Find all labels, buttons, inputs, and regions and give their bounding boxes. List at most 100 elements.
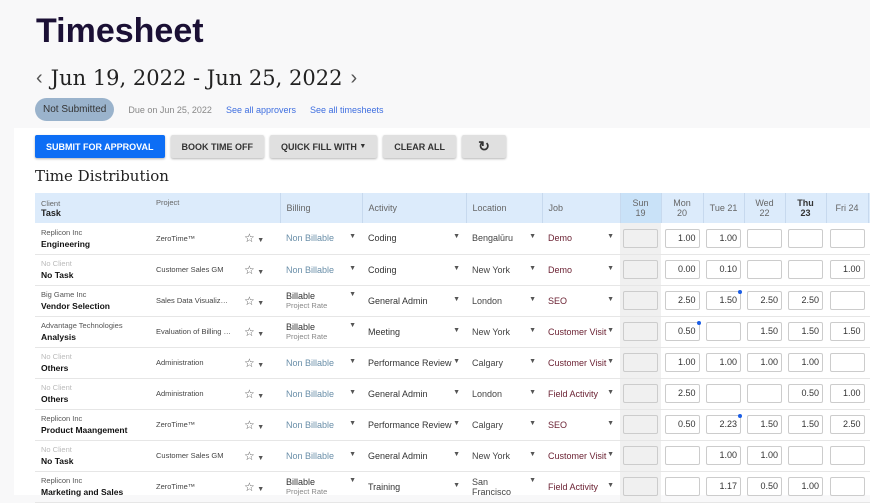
job-dropdown[interactable]: ▼ Demo [542,254,620,286]
hours-input[interactable]: 0.50 [664,321,701,341]
see-all-approvers-link[interactable]: See all approvers [226,105,296,115]
billing-dropdown[interactable]: ▼ Billable Project Rate [280,316,362,348]
project-cell[interactable]: Administration [150,347,238,379]
billing-dropdown[interactable]: ▼ Billable Project Rate [280,285,362,317]
billing-dropdown[interactable]: ▼ Non Billable [280,409,362,441]
chevron-left-icon[interactable]: ‹ [36,67,43,90]
activity-dropdown[interactable]: ▼ Performance Review [362,409,466,441]
project-cell[interactable]: ZeroTime™ [150,471,238,503]
hours-input[interactable] [623,415,658,434]
hours-input[interactable]: 1.00 [706,353,741,372]
hours-input[interactable]: 0.50 [664,415,700,434]
hours-input[interactable] [829,446,865,465]
location-dropdown[interactable]: ▼ Calgary [466,409,542,441]
hours-input[interactable] [623,291,658,310]
hours-input[interactable]: 1.00 [747,446,782,465]
caret-down-icon[interactable]: ▼ [257,486,264,493]
hours-input[interactable]: 2.23 [706,414,742,434]
job-dropdown[interactable]: ▼ Customer Visit [542,347,620,379]
book-time-off-button[interactable]: BOOK TIME OFF [170,135,264,158]
location-dropdown[interactable]: ▼ New York [466,440,542,472]
location-dropdown[interactable]: ▼ London [466,285,542,317]
hours-input[interactable]: 0.10 [706,260,741,279]
caret-down-icon[interactable]: ▼ [257,237,264,244]
job-dropdown[interactable]: ▼ Customer Visit [542,316,620,348]
job-dropdown[interactable]: ▼ SEO [542,409,620,441]
hours-input[interactable] [829,353,865,372]
hours-input[interactable]: 1.50 [829,322,865,341]
hours-input[interactable]: 2.50 [664,291,700,310]
hours-input[interactable] [623,446,658,465]
project-cell[interactable]: Customer Sales GM [150,440,238,472]
location-dropdown[interactable]: ▼ New York [466,316,542,348]
clear-all-button[interactable]: CLEAR ALL [383,135,456,158]
job-dropdown[interactable]: ▼ Field Activity [542,471,620,503]
billing-dropdown[interactable]: ▼ Billable Project Rate [280,471,362,503]
billing-dropdown[interactable]: ▼ Non Billable [280,223,362,255]
hours-input[interactable]: 2.50 [747,291,782,310]
project-cell[interactable]: Administration [150,378,238,410]
hours-input[interactable]: 1.00 [829,384,865,403]
activity-dropdown[interactable]: ▼ Coding [362,254,466,286]
activity-dropdown[interactable]: ▼ General Admin [362,285,466,317]
hours-input[interactable] [664,477,700,496]
hours-input[interactable] [829,477,865,496]
hours-input[interactable]: 0.00 [664,260,700,279]
hours-input[interactable] [623,322,658,341]
star-icon[interactable]: ☆ [244,356,255,370]
activity-dropdown[interactable]: ▼ Performance Review [362,347,466,379]
hours-input[interactable]: 1.17 [706,477,741,496]
job-dropdown[interactable]: ▼ Customer Visit [542,440,620,472]
caret-down-icon[interactable]: ▼ [257,300,264,307]
billing-dropdown[interactable]: ▼ Non Billable [280,440,362,472]
star-icon[interactable]: ☆ [244,480,255,494]
hours-input[interactable] [664,446,700,465]
caret-down-icon[interactable]: ▼ [257,455,264,462]
location-dropdown[interactable]: ▼ Bengalūru [466,223,542,255]
hours-input[interactable]: 1.00 [747,353,782,372]
project-cell[interactable]: ZeroTime™ [150,409,238,441]
star-icon[interactable]: ☆ [244,387,255,401]
hours-input[interactable] [788,446,823,465]
job-dropdown[interactable]: ▼ Demo [542,223,620,255]
location-dropdown[interactable]: ▼ New York [466,254,542,286]
hours-input[interactable] [747,384,782,403]
hours-input[interactable]: 1.50 [747,415,782,434]
see-all-timesheets-link[interactable]: See all timesheets [310,105,384,115]
hours-input[interactable]: 1.50 [747,322,782,341]
hours-input[interactable]: 2.50 [664,384,700,403]
hours-input[interactable] [623,384,658,403]
location-dropdown[interactable]: ▼ San Francisco [466,471,542,503]
hours-input[interactable]: 1.50 [788,322,823,341]
hours-input[interactable] [829,291,865,310]
project-cell[interactable]: Sales Data Visualization [150,285,238,317]
hours-input[interactable]: 1.50 [706,290,742,310]
hours-input[interactable] [623,477,658,496]
hours-input[interactable]: 2.50 [788,291,823,310]
caret-down-icon[interactable]: ▼ [257,269,264,276]
caret-down-icon[interactable]: ▼ [257,362,264,369]
caret-down-icon[interactable]: ▼ [257,424,264,431]
hours-input[interactable] [623,353,658,372]
hours-input[interactable] [829,228,865,248]
hours-input[interactable] [623,260,658,279]
star-icon[interactable]: ☆ [244,263,255,277]
submit-for-approval-button[interactable]: SUBMIT FOR APPROVAL [35,135,165,158]
hours-input[interactable]: 2.50 [829,415,865,434]
hours-input[interactable] [747,260,782,279]
hours-input[interactable] [706,322,741,341]
hours-input[interactable]: 1.00 [706,228,741,248]
hours-input[interactable]: 1.00 [788,353,823,372]
refresh-button[interactable]: ↻ [461,135,506,158]
activity-dropdown[interactable]: ▼ Coding [362,223,466,255]
caret-down-icon[interactable]: ▼ [257,331,264,338]
job-dropdown[interactable]: ▼ Field Activity [542,378,620,410]
star-icon[interactable]: ☆ [244,418,255,432]
job-dropdown[interactable]: ▼ SEO [542,285,620,317]
star-icon[interactable]: ☆ [244,325,255,339]
hours-input[interactable] [788,260,823,279]
hours-input[interactable] [706,384,741,403]
billing-dropdown[interactable]: ▼ Non Billable [280,347,362,379]
hours-input[interactable]: 1.00 [788,477,823,496]
activity-dropdown[interactable]: ▼ General Admin [362,378,466,410]
